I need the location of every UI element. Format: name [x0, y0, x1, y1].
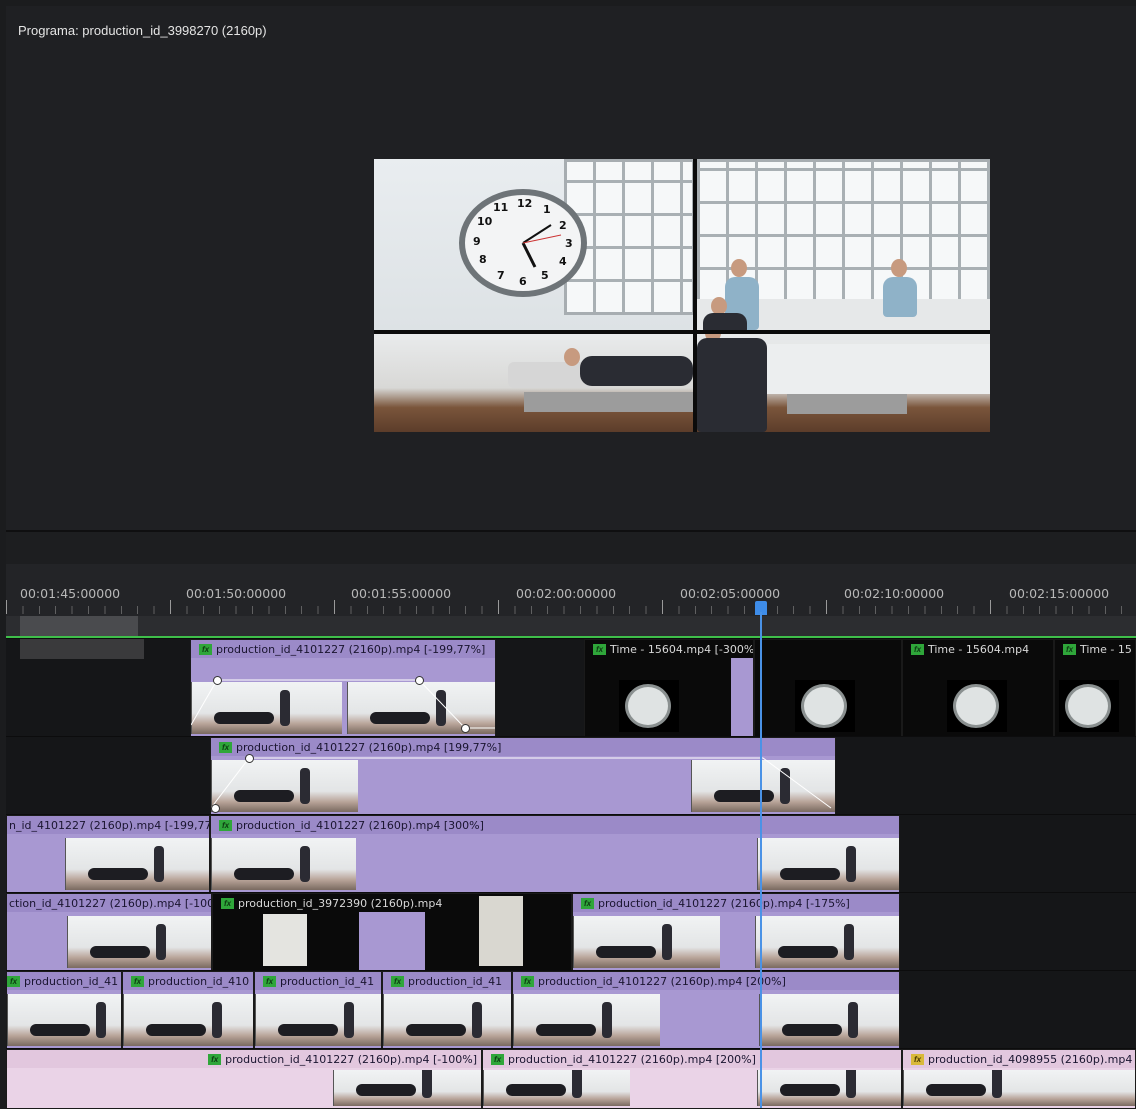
- ruler-major-ticks: [6, 600, 1136, 614]
- preview-tile-couch: [374, 334, 693, 432]
- clip-label: production_id_41: [408, 974, 503, 988]
- clip-label: production_id_4101227 (2160p).mp4 [-175%…: [598, 896, 850, 910]
- keyframe-marker[interactable]: [245, 754, 254, 763]
- keyframe-marker[interactable]: [213, 676, 222, 685]
- clip[interactable]: fx production_id_3972390 (2160p).mp4: [212, 893, 572, 971]
- fx-badge-icon[interactable]: fx: [221, 897, 234, 909]
- panel-divider[interactable]: [6, 530, 1136, 566]
- timecode-label: 00:02:05:00000: [680, 586, 781, 601]
- clip-label: production_id_41: [24, 974, 119, 988]
- keyframe-marker[interactable]: [211, 804, 220, 813]
- fx-badge-icon[interactable]: fx: [521, 975, 534, 987]
- clip-label: Time - 15604.mp4 [-300%]: [610, 642, 754, 656]
- video-track-2[interactable]: fx production_id_41 fx production_id_410 f…: [6, 970, 1136, 1049]
- clip-label: production_id_410: [148, 974, 250, 988]
- clip[interactable]: fx production_id_410: [122, 971, 254, 1049]
- clip-label: Time - 15604.mp4: [928, 642, 1030, 656]
- clip[interactable]: fx production_id_4101227 (2160p).mp4 [300…: [210, 815, 900, 893]
- fx-badge-icon[interactable]: fx: [593, 643, 606, 655]
- clip[interactable]: fx production_id_41: [254, 971, 382, 1049]
- clip[interactable]: n_id_4101227 (2160p).mp4 [-199,77%]: [6, 815, 210, 893]
- fx-badge-icon[interactable]: fx: [911, 643, 924, 655]
- preview-tile-window-scene: [697, 159, 990, 330]
- fx-badge-icon[interactable]: fx: [581, 897, 594, 909]
- monitor-title: Programa: production_id_3998270 (2160p): [18, 23, 267, 38]
- clip-label: production_id_4101227 (2160p).mp4 [200%]: [538, 974, 786, 988]
- video-track-6[interactable]: fx production_id_4101227 (2160p).mp4 [-19…: [6, 638, 1136, 737]
- clip-label: production_id_4098955 (2160p).mp4 [16: [928, 1052, 1136, 1066]
- fx-badge-icon[interactable]: fx: [391, 975, 404, 987]
- clip[interactable]: fx production_id_4101227 (2160p).mp4 [199…: [210, 737, 836, 815]
- clip[interactable]: fx Time - 15604.mp4 [-300%]: [584, 639, 754, 737]
- timeline-ruler[interactable]: 00:01:45:00000 00:01:50:00000 00:01:55:0…: [6, 564, 1136, 616]
- preview-tile-sitting: [697, 334, 990, 432]
- video-track-4[interactable]: n_id_4101227 (2160p).mp4 [-199,77%] fx pr…: [6, 814, 1136, 893]
- fx-badge-icon[interactable]: fx: [7, 975, 20, 987]
- clock-hands: [521, 224, 562, 268]
- wall-clock: 12 1 2 3 4 5 6 7 8 9 10 11: [459, 189, 587, 297]
- opacity-keyframe-line[interactable]: [191, 640, 496, 737]
- fx-badge-icon[interactable]: fx: [131, 975, 144, 987]
- clip[interactable]: fx production_id_4101227 (2160p).mp4 [200…: [512, 971, 900, 1049]
- video-track-1[interactable]: fx production_id_4101227 (2160p).mp4 [-10…: [6, 1048, 1136, 1109]
- timecode-label: 00:02:15:00000: [1009, 586, 1110, 601]
- clip[interactable]: fx production_id_4101227 (2160p).mp4 [-10…: [6, 1049, 482, 1109]
- timecode-label: 00:01:45:00000: [20, 586, 121, 601]
- program-monitor[interactable]: Programa: production_id_3998270 (2160p) …: [6, 6, 1136, 530]
- clip[interactable]: fx production_id_41: [382, 971, 512, 1049]
- clip[interactable]: fx Time - 15604.mp4: [902, 639, 1054, 737]
- keyframe-marker[interactable]: [461, 724, 470, 733]
- timecode-label: 00:01:55:00000: [351, 586, 452, 601]
- clip-label: production_id_4101227 (2160p).mp4 [300%]: [236, 818, 484, 832]
- fx-badge-icon[interactable]: fx: [491, 1053, 504, 1065]
- clip[interactable]: fx production_id_41: [6, 971, 122, 1049]
- clip[interactable]: fx production_id_4098955 (2160p).mp4 [16: [902, 1049, 1136, 1109]
- clip[interactable]: fx Time - 15: [1054, 639, 1136, 737]
- fx-badge-icon[interactable]: fx: [208, 1053, 222, 1065]
- clip[interactable]: fx production_id_4101227 (2160p).mp4 [-17…: [572, 893, 900, 971]
- clip-label: production_id_41: [280, 974, 375, 988]
- program-preview-frame: 12 1 2 3 4 5 6 7 8 9 10 11: [374, 159, 990, 432]
- clip-label: production_id_3972390 (2160p).mp4: [238, 896, 443, 910]
- clip-label: Time - 15: [1080, 642, 1132, 656]
- clip-label: ction_id_4101227 (2160p).mp4 [-100%]: [9, 896, 212, 910]
- fx-badge-icon[interactable]: fx: [263, 975, 276, 987]
- clip-label: production_id_4101227 (2160p).mp4 [200%]: [508, 1052, 756, 1066]
- clip[interactable]: [754, 639, 902, 737]
- clip[interactable]: fx production_id_4101227 (2160p).mp4 [200…: [482, 1049, 902, 1109]
- keyframe-marker[interactable]: [415, 676, 424, 685]
- preview-tile-clock: 12 1 2 3 4 5 6 7 8 9 10 11: [374, 159, 693, 330]
- work-area-bar[interactable]: [6, 616, 1136, 638]
- timecode-label: 00:02:00:00000: [516, 586, 617, 601]
- fx-badge-icon[interactable]: fx: [911, 1053, 924, 1065]
- playhead-line[interactable]: [760, 612, 762, 1108]
- clip-label: n_id_4101227 (2160p).mp4 [-199,77%]: [9, 818, 210, 832]
- timecode-label: 00:01:50:00000: [186, 586, 287, 601]
- fx-badge-icon[interactable]: fx: [1063, 643, 1076, 655]
- video-track-3[interactable]: ction_id_4101227 (2160p).mp4 [-100%] fx p…: [6, 892, 1136, 971]
- clip[interactable]: fx production_id_4101227 (2160p).mp4 [-19…: [190, 639, 496, 737]
- timecode-label: 00:02:10:00000: [844, 586, 945, 601]
- fx-badge-icon[interactable]: fx: [219, 819, 232, 831]
- clip[interactable]: ction_id_4101227 (2160p).mp4 [-100%]: [6, 893, 212, 971]
- opacity-keyframe-line[interactable]: [211, 738, 836, 815]
- clip-label: production_id_4101227 (2160p).mp4 [-100%…: [225, 1052, 477, 1066]
- video-track-5[interactable]: fx production_id_4101227 (2160p).mp4 [199…: [6, 736, 1136, 815]
